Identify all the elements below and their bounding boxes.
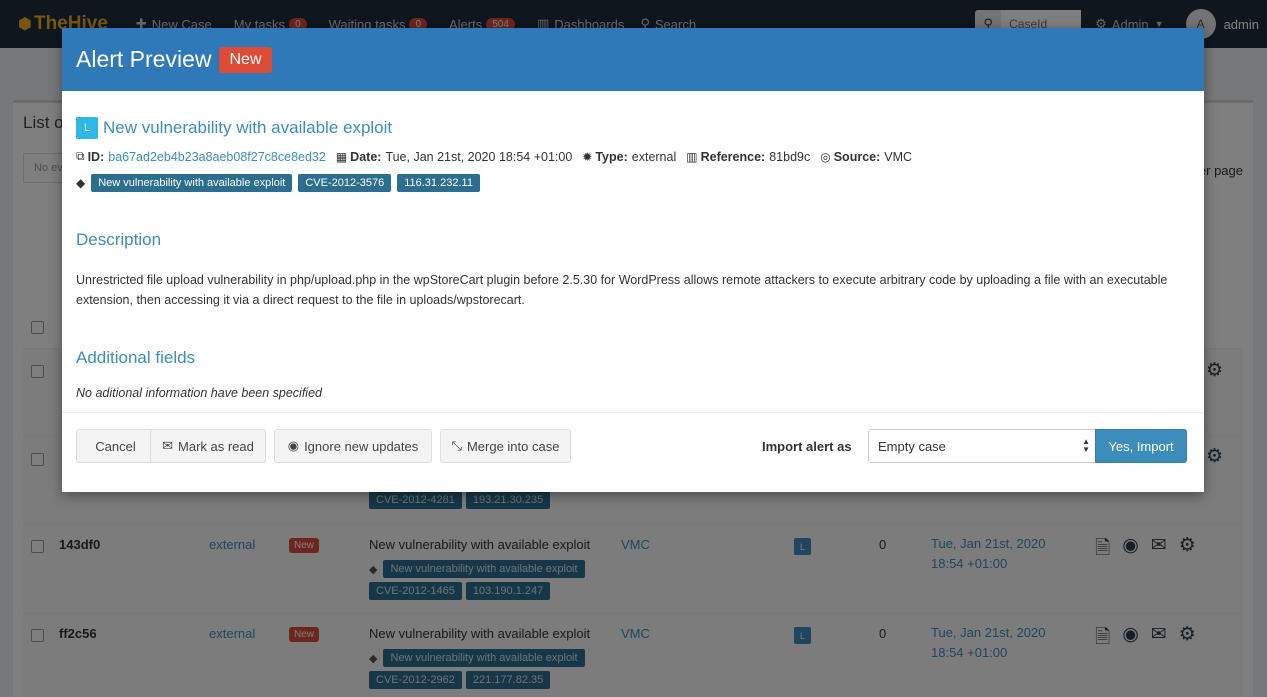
barcode-icon: ▥ [686, 149, 698, 164]
merge-into-case-button[interactable]: ⤡ Merge into case [440, 429, 571, 463]
ignore-updates-button[interactable]: ◉ Ignore new updates [274, 429, 432, 463]
alert-reference-group: ▥ Reference: 81bd9c [686, 150, 810, 164]
alert-id[interactable]: ba67ad2eb4b23a8aeb08f27c8ce8ed32 [108, 150, 326, 164]
source-label: Source: [833, 149, 881, 164]
reference-label: Reference: [700, 149, 766, 164]
import-type-select[interactable]: Empty case ▲ ▼ [868, 429, 1096, 463]
mark-as-read-button[interactable]: ✉ Mark as read [150, 429, 266, 463]
alert-date: Tue, Jan 21st, 2020 18:54 +01:00 [385, 149, 573, 164]
status-badge: New [219, 46, 272, 73]
alert-reference: 81bd9c [769, 149, 811, 164]
tag[interactable]: New vulnerability with available exploit [91, 174, 293, 192]
bullseye-icon: ◎ [820, 149, 831, 164]
select-arrows-icon: ▲ ▼ [1082, 437, 1090, 454]
date-label: Date: [350, 149, 382, 164]
alert-tags: ◆ New vulnerability with available explo… [76, 174, 1190, 192]
no-info-text: No aditional information have been speci… [76, 386, 322, 400]
description-text: Unrestricted file upload vulnerability i… [76, 273, 1168, 307]
type-label: Type: [595, 149, 628, 164]
tlp-badge: L [76, 117, 98, 139]
alert-title: New vulnerability with available exploit [103, 118, 393, 137]
modal-header: Alert Preview New [62, 28, 1204, 91]
modal-title: Alert Preview [76, 46, 212, 72]
alert-source-group: ◎ Source: VMC [820, 150, 912, 164]
alert-date-group: ▦ Date: Tue, Jan 21st, 2020 18:54 +01:00 [336, 150, 572, 164]
alert-source: VMC [884, 149, 913, 164]
id-label: ID: [87, 149, 105, 164]
alert-title-row: L New vulnerability with available explo… [76, 117, 1190, 139]
envelope-icon: ✉ [162, 438, 174, 453]
tag[interactable]: CVE-2012-3576 [298, 174, 392, 192]
tags-icon: ◆ [76, 176, 86, 190]
import-type-value: Empty case [878, 438, 946, 454]
mark-as-read-label: Mark as read [178, 438, 254, 454]
modal-body: L New vulnerability with available explo… [62, 91, 1204, 400]
cancel-button[interactable]: Cancel [76, 429, 155, 463]
description-heading: Description [76, 230, 162, 249]
compress-icon: ⤡ [451, 438, 462, 453]
import-alert-label: Import alert as [762, 439, 852, 454]
import-button[interactable]: Yes, Import [1095, 429, 1187, 463]
additional-fields-heading: Additional fields [76, 348, 196, 367]
ignore-updates-label: Ignore new updates [304, 438, 419, 454]
alert-type: external [631, 149, 677, 164]
merge-into-case-label: Merge into case [466, 438, 560, 454]
tag[interactable]: 116.31.232.11 [397, 174, 480, 192]
alert-type-group: ✹ Type: external [582, 150, 676, 164]
alert-id-group: ⧉ ID: ba67ad2eb4b23a8aeb08f27c8ce8ed32 [76, 149, 326, 164]
modal-footer: Cancel ✉ Mark as read ◉ Ignore new updat… [62, 412, 1204, 492]
alert-metadata: ⧉ ID: ba67ad2eb4b23a8aeb08f27c8ce8ed32 ▦… [76, 149, 1190, 164]
alert-preview-modal: Alert Preview New L New vulnerability wi… [62, 28, 1204, 492]
cog-icon: ✹ [582, 149, 593, 164]
eye-icon: ◉ [287, 438, 300, 453]
copy-icon[interactable]: ⧉ [76, 149, 85, 164]
calendar-icon: ▦ [335, 149, 348, 164]
